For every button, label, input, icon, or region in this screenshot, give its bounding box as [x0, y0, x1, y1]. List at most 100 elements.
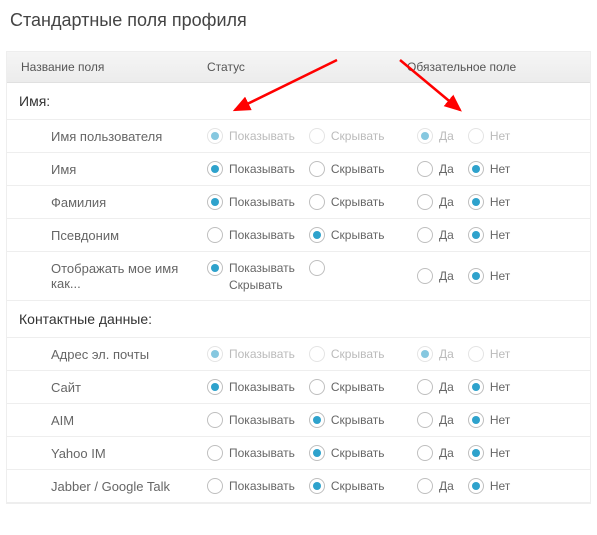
- status-show-radio: [207, 412, 223, 428]
- required-yes[interactable]: Да: [417, 478, 454, 494]
- column-header-required: Обязательное поле: [407, 60, 580, 74]
- required-no-label: Нет: [490, 413, 510, 427]
- status-hide-radio: [309, 478, 325, 494]
- required-yes-radio: [417, 478, 433, 494]
- field-name: Имя: [17, 162, 207, 177]
- status-hide-radio: [309, 260, 325, 276]
- status-show-radio: [207, 161, 223, 177]
- status-hide-label: Скрывать: [331, 129, 385, 143]
- status-hide-radio: [309, 227, 325, 243]
- required-group: Да Нет: [417, 412, 580, 428]
- field-name: Jabber / Google Talk: [17, 479, 207, 494]
- required-yes-label: Да: [439, 446, 454, 460]
- required-yes[interactable]: Да: [417, 161, 454, 177]
- status-hide-label: Скрывать: [331, 413, 385, 427]
- required-no-radio: [468, 268, 484, 284]
- column-header-name: Название поля: [17, 60, 207, 74]
- column-header-status: Статус: [207, 60, 407, 74]
- required-yes: Да: [417, 128, 454, 144]
- status-show[interactable]: Показывать: [207, 260, 295, 276]
- status-show[interactable]: Показывать: [207, 379, 295, 395]
- status-group: Показывать Скрывать: [207, 260, 417, 292]
- status-group: ПоказыватьСкрывать: [207, 128, 417, 144]
- required-group: Да Нет: [417, 445, 580, 461]
- status-group: Показывать Скрывать: [207, 478, 417, 494]
- status-hide-label: Скрывать: [331, 380, 385, 394]
- status-show-radio: [207, 445, 223, 461]
- status-hide[interactable]: Скрывать: [309, 194, 385, 210]
- status-group: Показывать Скрывать: [207, 227, 417, 243]
- table-header: Название поля Статус Обязательное поле: [7, 52, 590, 83]
- required-yes-radio: [417, 227, 433, 243]
- table-row: Jabber / Google TalkПоказывать Скрывать Да…: [7, 470, 590, 503]
- required-yes-label: Да: [439, 162, 454, 176]
- required-yes-label: Да: [439, 269, 454, 283]
- profile-fields-table: Название поля Статус Обязательное поле И…: [6, 51, 591, 504]
- required-yes-radio: [417, 161, 433, 177]
- status-show-label: Показывать: [229, 380, 295, 394]
- required-yes[interactable]: Да: [417, 445, 454, 461]
- required-no[interactable]: Нет: [468, 445, 510, 461]
- status-hide-radio: [309, 379, 325, 395]
- required-yes[interactable]: Да: [417, 412, 454, 428]
- status-show[interactable]: Показывать: [207, 161, 295, 177]
- status-hide-radio: [309, 161, 325, 177]
- required-yes-label: Да: [439, 479, 454, 493]
- required-group: Да Нет: [417, 227, 580, 243]
- required-no[interactable]: Нет: [468, 227, 510, 243]
- status-hide[interactable]: Скрывать: [309, 478, 385, 494]
- status-hide[interactable]: Скрывать: [309, 412, 385, 428]
- status-show: Показывать: [207, 346, 295, 362]
- field-name: Отображать мое имя как...: [17, 261, 207, 291]
- table-row: ФамилияПоказывать Скрывать Да Нет: [7, 186, 590, 219]
- status-hide-radio: [309, 128, 325, 144]
- status-show[interactable]: Показывать: [207, 227, 295, 243]
- status-hide-radio: [309, 346, 325, 362]
- required-yes-label: Да: [439, 413, 454, 427]
- required-no[interactable]: Нет: [468, 412, 510, 428]
- required-group: ДаНет: [417, 128, 580, 144]
- status-hide[interactable]: Скрывать: [309, 161, 385, 177]
- required-no-label: Нет: [490, 380, 510, 394]
- status-hide[interactable]: [309, 260, 325, 276]
- status-show-label: Показывать: [229, 446, 295, 460]
- status-show[interactable]: Показывать: [207, 445, 295, 461]
- field-name: Псевдоним: [17, 228, 207, 243]
- status-hide[interactable]: Скрывать: [309, 379, 385, 395]
- required-yes[interactable]: Да: [417, 227, 454, 243]
- page-title: Стандартные поля профиля: [6, 10, 591, 31]
- status-show-label: Показывать: [229, 347, 295, 361]
- status-hide[interactable]: Скрывать: [309, 445, 385, 461]
- status-hide-label: Скрывать: [331, 446, 385, 460]
- status-show-radio: [207, 478, 223, 494]
- status-show-label: Показывать: [229, 162, 295, 176]
- status-group: Показывать Скрывать: [207, 412, 417, 428]
- required-group: Да Нет: [417, 268, 580, 284]
- field-name: Фамилия: [17, 195, 207, 210]
- required-yes[interactable]: Да: [417, 194, 454, 210]
- required-no[interactable]: Нет: [468, 161, 510, 177]
- status-show-label: Показывать: [229, 261, 295, 275]
- required-no[interactable]: Нет: [468, 268, 510, 284]
- status-show[interactable]: Показывать: [207, 412, 295, 428]
- status-show[interactable]: Показывать: [207, 194, 295, 210]
- required-yes-radio: [417, 379, 433, 395]
- status-hide-label: Скрывать: [207, 278, 417, 292]
- required-yes[interactable]: Да: [417, 379, 454, 395]
- status-hide-radio: [309, 445, 325, 461]
- required-yes-label: Да: [439, 129, 454, 143]
- table-row: Отображать мое имя как... Показывать Скрыв…: [7, 252, 590, 301]
- required-yes-label: Да: [439, 347, 454, 361]
- status-hide[interactable]: Скрывать: [309, 227, 385, 243]
- required-no-label: Нет: [490, 479, 510, 493]
- required-no[interactable]: Нет: [468, 478, 510, 494]
- table-row: Адрес эл. почтыПоказыватьСкрыватьДаНет: [7, 338, 590, 371]
- status-show[interactable]: Показывать: [207, 478, 295, 494]
- table-row: Имя пользователяПоказыватьСкрыватьДаНет: [7, 120, 590, 153]
- required-no-label: Нет: [490, 195, 510, 209]
- required-yes-label: Да: [439, 195, 454, 209]
- required-no[interactable]: Нет: [468, 379, 510, 395]
- required-yes[interactable]: Да: [417, 268, 454, 284]
- required-no[interactable]: Нет: [468, 194, 510, 210]
- table-row: AIMПоказыватьСкрыватьДаНет: [7, 404, 590, 437]
